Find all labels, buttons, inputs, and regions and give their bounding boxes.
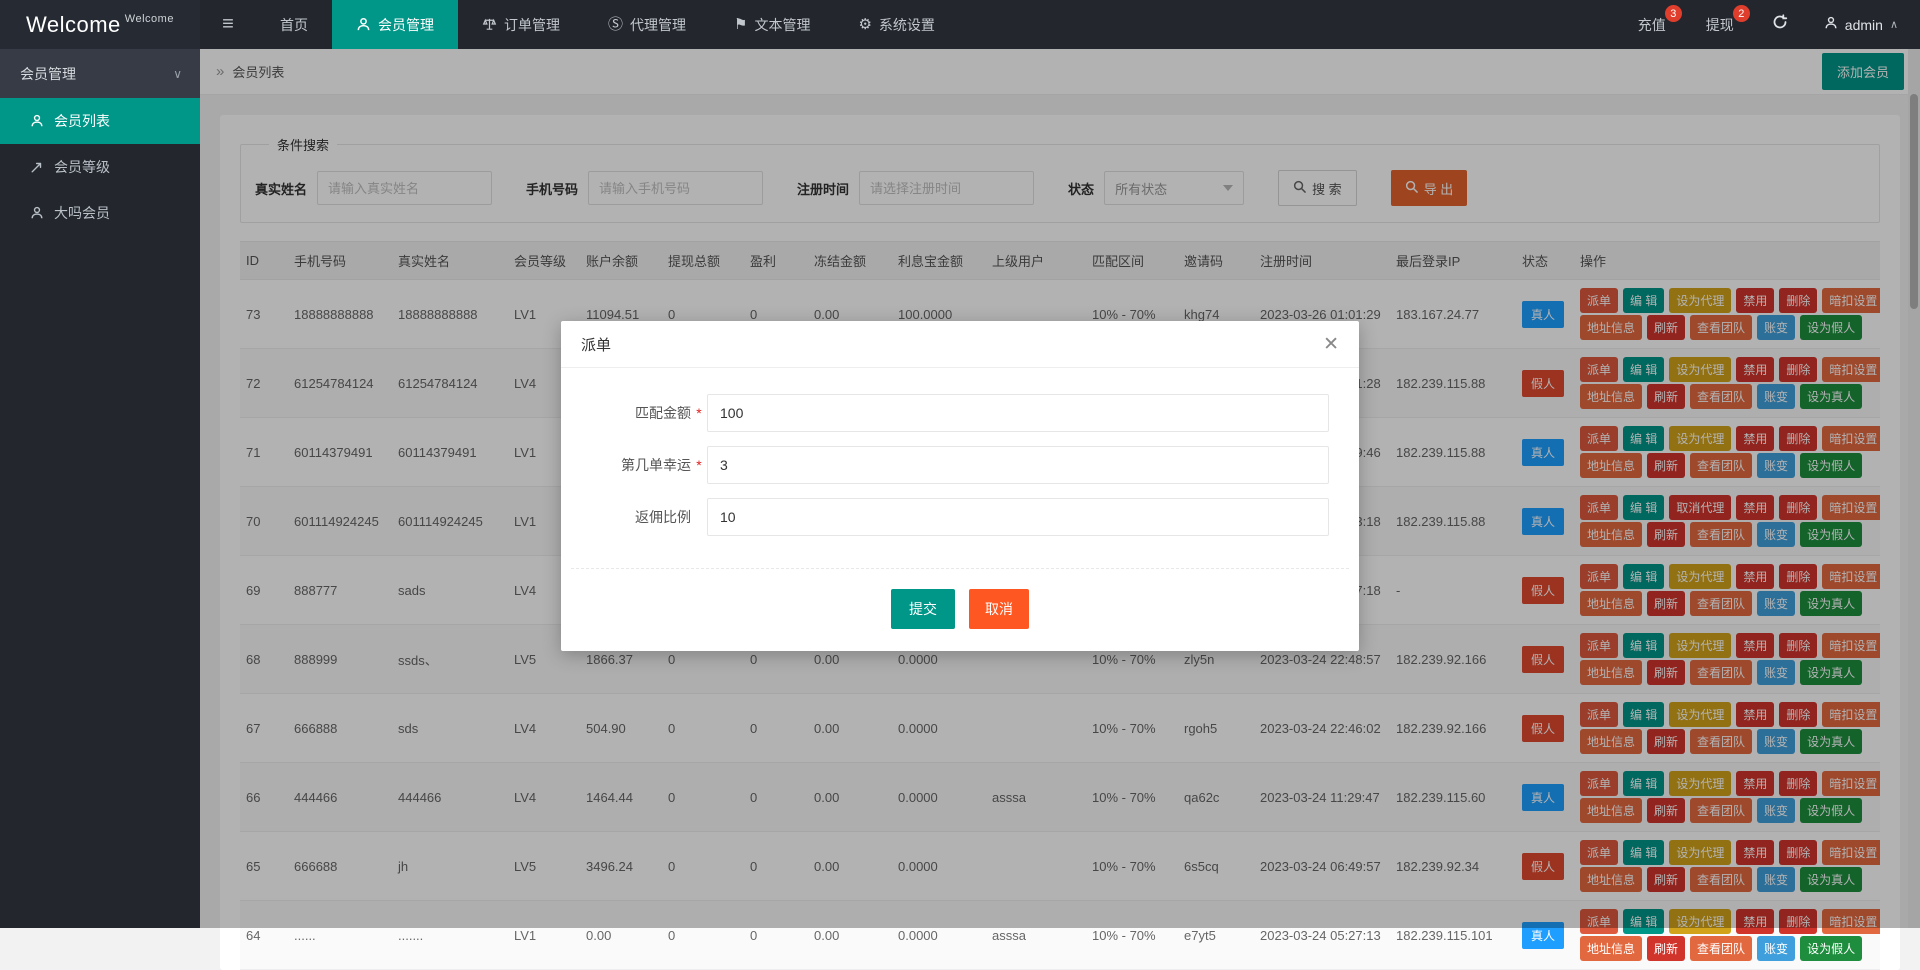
lucky-order-field: 第几单幸运 *	[591, 446, 1329, 484]
person-icon	[30, 206, 44, 220]
nav-item-label: 会员管理	[378, 15, 434, 35]
person-icon	[30, 114, 44, 128]
nav-item-label: 文本管理	[754, 15, 810, 35]
person-icon	[356, 17, 371, 32]
top-navbar: Welcome Welcome ≡ 首页 会员管理 订单管理 Ⓢ 代理管理 ⚑ 文本管理 ⚙ 系…	[0, 0, 1920, 49]
nav-item-home[interactable]: 首页	[256, 0, 332, 49]
match-amount-field: 匹配金额 *	[591, 394, 1329, 432]
nav-item-system-settings[interactable]: ⚙ 系统设置	[834, 0, 958, 49]
required-asterisk: *	[691, 405, 707, 421]
required-asterisk: *	[691, 457, 707, 473]
app-logo: Welcome Welcome	[0, 0, 200, 49]
sidebar-item-member-level[interactable]: 会员等级	[0, 144, 200, 190]
chevron-up-icon: ∧	[1890, 18, 1898, 31]
logo-sup-text: Welcome	[125, 13, 174, 25]
modal-title: 派单	[581, 334, 611, 355]
nav-item-label: 系统设置	[879, 15, 935, 35]
logo-text: Welcome	[26, 12, 121, 38]
modal-header: 派单 ✕	[561, 321, 1359, 368]
submit-button[interactable]: 提交	[891, 589, 955, 629]
level-icon	[30, 160, 44, 174]
nav-item-label: 首页	[280, 15, 308, 35]
modal-footer: 提交 取消	[571, 568, 1349, 651]
refresh-icon	[1772, 14, 1788, 35]
sidebar-toggle-button[interactable]: ≡	[200, 0, 256, 49]
navbar-right: 充值 3 提现 2 admin ∧	[1618, 0, 1920, 49]
sidebar-items: 会员列表会员等级大吗会员	[0, 98, 200, 236]
withdraw-button[interactable]: 提现 2	[1686, 0, 1754, 49]
sidebar-item-label: 会员等级	[54, 157, 110, 177]
nav-item-text-mgmt[interactable]: ⚑ 文本管理	[710, 0, 834, 49]
commission-rate-label: 返佣比例	[591, 507, 691, 527]
commission-rate-field: 返佣比例 *	[591, 498, 1329, 536]
cancel-button[interactable]: 取消	[969, 589, 1029, 629]
match-amount-input[interactable]	[707, 394, 1329, 432]
sidebar-section-label: 会员管理	[20, 64, 76, 84]
nav-item-label: 代理管理	[630, 15, 686, 35]
commission-rate-input[interactable]	[707, 498, 1329, 536]
sidebar-section-member-mgmt[interactable]: 会员管理 ∨	[0, 49, 200, 98]
scales-icon	[482, 17, 497, 32]
dollar-circle-icon: Ⓢ	[608, 17, 623, 32]
withdraw-badge: 2	[1733, 5, 1750, 22]
recharge-label: 充值	[1638, 15, 1666, 35]
action-address-button[interactable]: 地址信息	[1580, 936, 1642, 961]
action-view-team-button[interactable]: 查看团队	[1690, 936, 1752, 961]
lucky-order-label: 第几单幸运	[591, 455, 691, 475]
main-nav: 首页 会员管理 订单管理 Ⓢ 代理管理 ⚑ 文本管理 ⚙ 系统设置	[256, 0, 959, 49]
nav-item-member-mgmt[interactable]: 会员管理	[332, 0, 458, 49]
flag-icon: ⚑	[734, 17, 747, 32]
recharge-button[interactable]: 充值 3	[1618, 0, 1686, 49]
recharge-badge: 3	[1665, 5, 1682, 22]
user-icon	[1824, 16, 1838, 33]
action-refresh-button[interactable]: 刷新	[1647, 936, 1685, 961]
modal-body: 匹配金额 * 第几单幸运 * 返佣比例 *	[561, 368, 1359, 558]
sidebar-item-label: 大吗会员	[54, 203, 110, 223]
nav-item-agent-mgmt[interactable]: Ⓢ 代理管理	[584, 0, 710, 49]
user-menu[interactable]: admin ∧	[1806, 16, 1898, 33]
dispatch-modal: 派单 ✕ 匹配金额 * 第几单幸运 * 返佣比例 * 提交 取消	[561, 321, 1359, 651]
refresh-button[interactable]	[1754, 14, 1806, 35]
lucky-order-input[interactable]	[707, 446, 1329, 484]
action-set-fake-button[interactable]: 设为假人	[1800, 936, 1862, 961]
action-balance-change-button[interactable]: 账变	[1757, 936, 1795, 961]
chevron-down-icon: ∨	[173, 67, 182, 81]
hamburger-icon: ≡	[222, 13, 234, 36]
username: admin	[1845, 17, 1883, 33]
sidebar-item-big-member[interactable]: 大吗会员	[0, 190, 200, 236]
nav-item-label: 订单管理	[504, 15, 560, 35]
gear-icon: ⚙	[858, 17, 871, 32]
sidebar-item-label: 会员列表	[54, 111, 110, 131]
sidebar-item-member-list[interactable]: 会员列表	[0, 98, 200, 144]
withdraw-label: 提现	[1706, 15, 1734, 35]
action-line-2: 地址信息刷新查看团队账变设为假人	[1580, 936, 1874, 961]
nav-item-order-mgmt[interactable]: 订单管理	[458, 0, 584, 49]
close-icon[interactable]: ✕	[1323, 335, 1339, 354]
match-amount-label: 匹配金额	[591, 403, 691, 423]
sidebar: 会员管理 ∨ 会员列表会员等级大吗会员	[0, 49, 200, 928]
